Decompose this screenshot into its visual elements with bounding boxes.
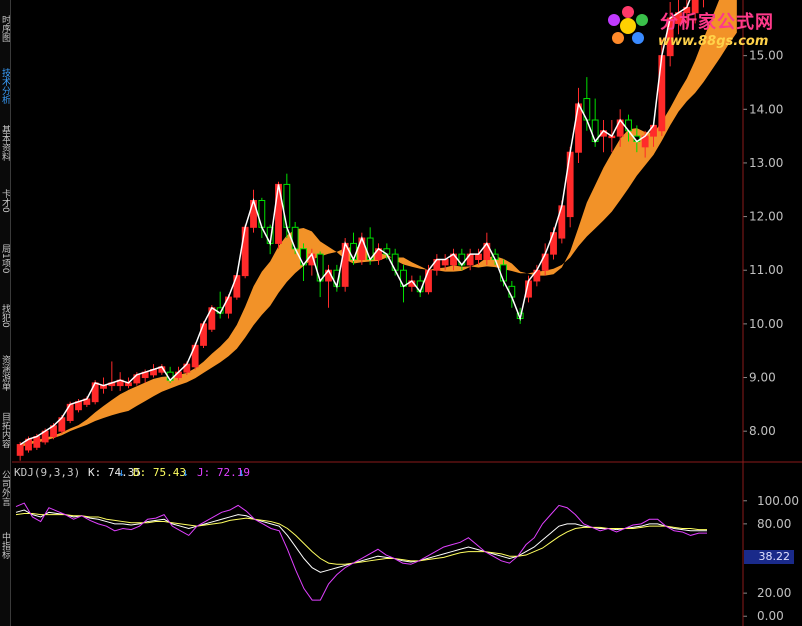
sidebar-tab-8[interactable]: 公司外言: [0, 461, 10, 514]
price-tick-label: 14.00: [749, 102, 783, 116]
d-down-arrow-icon: ↓: [182, 466, 189, 479]
logo-url-text: www.88gs.com: [658, 34, 769, 49]
price-chart[interactable]: 8.009.0010.0011.0012.0013.0014.0015.00 0…: [0, 0, 802, 626]
price-tick-label: 13.00: [749, 156, 783, 170]
kdj-line-j: [15, 502, 707, 601]
sidebar-tab-2[interactable]: 基本资料: [0, 117, 10, 170]
price-tick-label: 11.00: [749, 263, 783, 277]
kdj-d-value: D: 75.43: [133, 466, 186, 479]
price-tick-label: 10.00: [749, 317, 783, 331]
candle-body[interactable]: [283, 183, 291, 228]
kdj-tick-label: 20.00: [757, 586, 791, 600]
kdj-tick-label: 0.00: [757, 609, 784, 623]
candle-body[interactable]: [500, 264, 507, 282]
kdj-indicator-name[interactable]: KDJ(9,3,3): [14, 466, 80, 479]
sidebar-tab-9[interactable]: 中指标: [0, 519, 10, 572]
cursor-value-badge: 38.22: [744, 550, 794, 564]
vertical-tab-bar: 时序图技术分析基本资料卡才0 局1项0 找犯0 资涵游单目拓内容公司外言中指标: [0, 0, 11, 626]
candle-body[interactable]: [250, 199, 257, 228]
logo: 分析家公式网 www.88gs.com: [600, 2, 798, 52]
candlestick-plot[interactable]: [16, 0, 740, 461]
candle-body[interactable]: [341, 242, 349, 287]
sidebar-tab-1[interactable]: 技术分析: [0, 59, 10, 112]
candle-body[interactable]: [575, 103, 582, 153]
sidebar-tab-4[interactable]: 局1项0: [0, 232, 10, 285]
candle-body[interactable]: [475, 253, 482, 261]
ma-band: [20, 0, 737, 448]
candle-body[interactable]: [441, 259, 449, 266]
candle-body[interactable]: [33, 436, 41, 448]
kdj-plot[interactable]: [15, 502, 707, 601]
logo-brand-text: 分析家公式网: [660, 12, 774, 33]
candle-body[interactable]: [16, 444, 24, 456]
sidebar-tab-3[interactable]: 卡才0: [0, 174, 10, 227]
candle-body[interactable]: [316, 253, 324, 282]
flower-logo-icon: [608, 6, 648, 44]
kdj-line-k: [15, 509, 707, 573]
kdj-line-d: [15, 512, 707, 565]
candle-body[interactable]: [258, 199, 266, 228]
sidebar-tab-5[interactable]: 找犯0: [0, 289, 10, 342]
price-tick-label: 8.00: [749, 424, 776, 438]
price-axis: 8.009.0010.0011.0012.0013.0014.0015.00: [743, 49, 783, 438]
candle-body[interactable]: [241, 226, 249, 277]
price-tick-label: 12.00: [749, 210, 783, 224]
price-tick-label: 9.00: [749, 371, 776, 385]
sidebar-tab-6[interactable]: 资涵游单: [0, 346, 10, 399]
j-down-arrow-icon: ↓: [238, 466, 245, 479]
k-down-arrow-icon: ↓: [118, 466, 125, 479]
sidebar-tab-0[interactable]: 时序图: [0, 2, 10, 55]
kdj-tick-label: 100.00: [757, 494, 799, 508]
kdj-tick-label: 80.00: [757, 517, 791, 531]
trend-line: [19, 0, 691, 446]
sidebar-tab-7[interactable]: 目拓内容: [0, 404, 10, 457]
